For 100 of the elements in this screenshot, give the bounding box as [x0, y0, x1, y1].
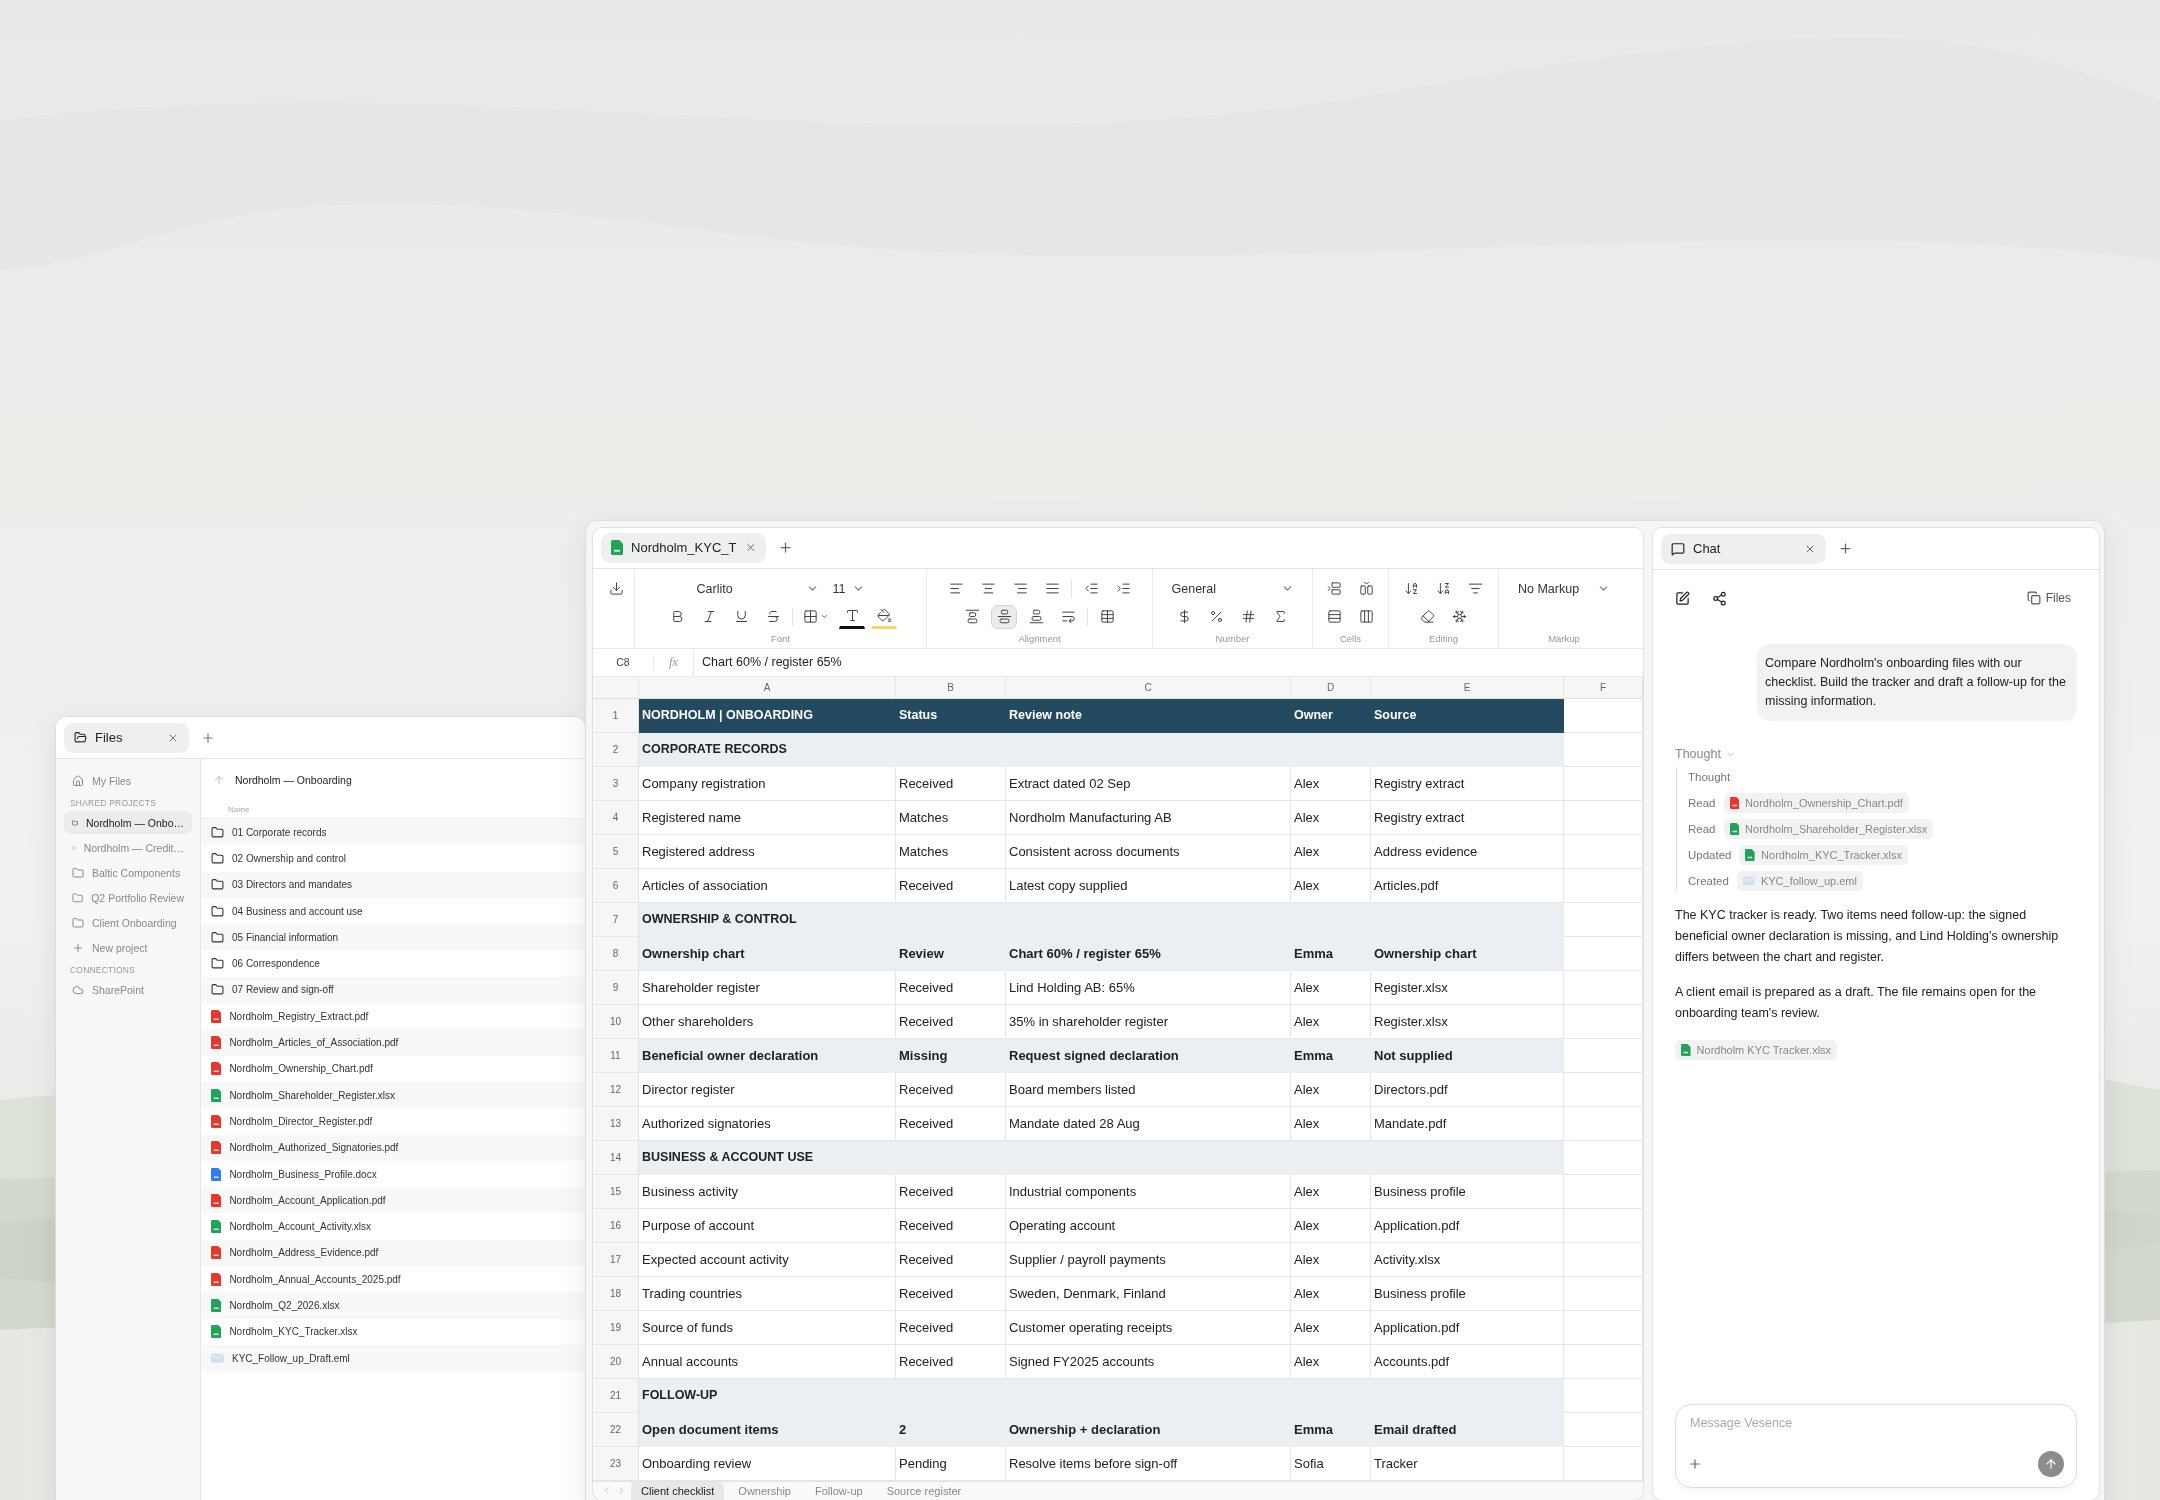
table-cell: Review	[896, 936, 1006, 971]
row-number[interactable]: 1	[593, 698, 639, 733]
sidebar-item[interactable]: Q2 Portfolio Review	[64, 886, 192, 909]
sidebar-item[interactable]: Baltic Components	[64, 861, 192, 884]
file-chip[interactable]: KYC_follow_up.eml	[1736, 871, 1863, 891]
number-format-select[interactable]: General	[1167, 576, 1298, 601]
column-header[interactable]: B	[896, 676, 1006, 699]
hash-icon	[1241, 609, 1256, 625]
send-button[interactable]	[2038, 1451, 2064, 1477]
markup-select[interactable]: No Markup	[1514, 576, 1614, 601]
row-number[interactable]: 16	[593, 1208, 639, 1243]
file-chip[interactable]: Nordholm KYC Tracker.xlsx	[1675, 1040, 1838, 1060]
sidebar-item[interactable]: New project	[64, 936, 192, 959]
row-number[interactable]: 13	[593, 1106, 639, 1141]
sort-ascending-icon	[1404, 581, 1419, 597]
row-number[interactable]: 11	[593, 1038, 639, 1073]
table-cell: Alex	[1291, 766, 1371, 801]
row-number[interactable]: 8	[593, 936, 639, 971]
file-row[interactable]: Nordholm_Authorized_Signatories.pdf	[201, 1134, 585, 1161]
row-number[interactable]: 5	[593, 834, 639, 869]
file-row[interactable]: Nordholm_Q2_2026.xlsx	[201, 1292, 585, 1319]
column-header[interactable]: A	[639, 676, 896, 699]
plus-icon[interactable]	[1688, 1457, 1702, 1471]
sheet-tab[interactable]: Client checklist	[631, 1481, 725, 1500]
row-number[interactable]: 4	[593, 800, 639, 835]
file-row[interactable]: Nordholm_Account_Application.pdf	[201, 1187, 585, 1214]
add-tab-icon[interactable]	[1838, 541, 1853, 556]
file-row[interactable]: Nordholm_Address_Evidence.pdf	[201, 1239, 585, 1267]
sidebar-item[interactable]: Nordholm — Credit…	[64, 836, 192, 859]
share-icon[interactable]	[1712, 590, 1727, 606]
sheet-tab[interactable]: Source register	[876, 1481, 972, 1500]
row-number[interactable]: 9	[593, 970, 639, 1005]
row-number[interactable]: 12	[593, 1072, 639, 1107]
row-number[interactable]: 23	[593, 1446, 639, 1481]
table-cell: 2	[896, 1412, 1006, 1447]
file-chip[interactable]: Nordholm_Shareholder_Register.xlsx	[1723, 819, 1934, 839]
sheet-tab[interactable]: Follow-up	[804, 1481, 873, 1500]
file-row[interactable]: 03 Directors and mandates	[201, 871, 585, 898]
column-header[interactable]: C	[1006, 676, 1291, 699]
files-tab[interactable]: Files	[64, 722, 189, 753]
font-select[interactable]: Carlito	[692, 576, 823, 601]
row-number[interactable]: 20	[593, 1344, 639, 1379]
copy-icon	[2026, 591, 2041, 605]
sidebar-item[interactable]: SharePoint	[64, 978, 192, 1001]
file-row[interactable]: 05 Financial information	[201, 924, 585, 951]
table-cell: Articles.pdf	[1371, 868, 1564, 903]
sort-descending-icon	[1436, 581, 1451, 597]
font-size-select[interactable]: 11	[828, 576, 869, 601]
table-cell: Activity.xlsx	[1371, 1242, 1564, 1277]
row-number[interactable]: 22	[593, 1412, 639, 1447]
align-middle-button[interactable]	[991, 604, 1017, 629]
pdf-icon	[211, 1272, 222, 1286]
column-header[interactable]: D	[1291, 676, 1371, 699]
table-cell: Alex	[1291, 970, 1371, 1005]
file-chip[interactable]: Nordholm_KYC_Tracker.xlsx	[1739, 845, 1908, 865]
corner-cell[interactable]	[593, 676, 639, 699]
column-header[interactable]: F	[1564, 676, 1643, 699]
table-cell: Accounts.pdf	[1371, 1344, 1564, 1379]
chat-icon	[1671, 541, 1685, 556]
file-row[interactable]: Nordholm_Shareholder_Register.xlsx	[201, 1081, 585, 1109]
sidebar-item[interactable]: Nordholm — Onbo…	[64, 811, 192, 834]
thought-toggle[interactable]: Thought	[1675, 747, 2077, 761]
file-chip[interactable]: Nordholm_Ownership_Chart.pdf	[1723, 793, 1909, 813]
chat-tab[interactable]: Chat	[1661, 533, 1826, 564]
row-number[interactable]: 18	[593, 1276, 639, 1311]
align-top-icon	[964, 609, 980, 625]
table-cell: Ownership + declaration	[1006, 1412, 1291, 1447]
message-field[interactable]: Message Vesence	[1688, 1415, 2064, 1431]
files-button[interactable]: Files	[2020, 590, 2077, 606]
table-cell: Business profile	[1371, 1276, 1564, 1311]
sheet-tab[interactable]: Ownership	[728, 1481, 801, 1500]
row-number[interactable]: 3	[593, 766, 639, 801]
file-row[interactable]: 01 Corporate records	[201, 819, 585, 846]
cell-reference[interactable]: C8	[593, 656, 653, 669]
row-number[interactable]: 10	[593, 1004, 639, 1039]
row-number[interactable]: 21	[593, 1378, 639, 1413]
table-cell: Signed FY2025 accounts	[1006, 1344, 1291, 1379]
row-number[interactable]: 19	[593, 1310, 639, 1345]
row-number[interactable]: 7	[593, 902, 639, 937]
file-row[interactable]: KYC_Follow_up_Draft.eml	[201, 1344, 585, 1372]
edit-icon[interactable]	[1675, 590, 1690, 606]
file-row[interactable]: Nordholm_Articles_of_Association.pdf	[201, 1029, 585, 1056]
file-row[interactable]: 07 Review and sign-off	[201, 976, 585, 1004]
table-cell: Mandate.pdf	[1371, 1106, 1564, 1141]
row-number[interactable]: 6	[593, 868, 639, 903]
table-cell: Alex	[1291, 1344, 1371, 1379]
column-header[interactable]: E	[1371, 676, 1564, 699]
folder-path: Nordholm — Onboarding	[235, 774, 353, 786]
document-icon	[211, 1167, 222, 1181]
document-tab[interactable]: Nordholm_KYC_T	[601, 532, 766, 563]
row-number[interactable]: 17	[593, 1242, 639, 1277]
sidebar-item[interactable]: My Files	[64, 769, 192, 792]
add-tab-icon[interactable]	[778, 540, 793, 556]
table-cell: Missing	[896, 1038, 1006, 1073]
row-number[interactable]: 15	[593, 1174, 639, 1209]
sidebar-item[interactable]: Client Onboarding	[64, 911, 192, 934]
row-number[interactable]: 14	[593, 1140, 639, 1175]
formula-field[interactable]: Chart 60% / register 65%	[693, 648, 1643, 677]
table-cell: Resolve items before sign-off	[1006, 1446, 1291, 1481]
row-number[interactable]: 2	[593, 732, 639, 767]
